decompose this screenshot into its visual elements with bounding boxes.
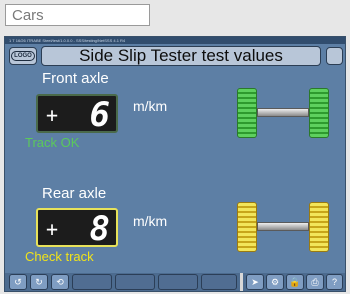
page-title: Side Slip Tester test values <box>41 46 321 66</box>
rear-value: 8 <box>89 209 110 249</box>
front-unit: m/km <box>133 98 168 114</box>
logo-text: LOGO <box>11 51 35 61</box>
settings-icon[interactable]: ⚙ <box>266 274 284 290</box>
rear-axle-bar <box>257 222 309 231</box>
rear-left-wheel <box>237 202 257 252</box>
rear-status: Check track <box>25 249 94 264</box>
front-value-display: + 6 <box>36 94 118 135</box>
front-value: 6 <box>89 95 110 135</box>
front-sign: + <box>46 103 59 127</box>
front-axle-bar <box>257 108 309 117</box>
app-window: 1 T 16/26 ITRABE Steel/test/1.0.0.0 - SS… <box>4 36 346 292</box>
rear-axle-label: Rear axle <box>42 185 107 202</box>
header-right-button[interactable] <box>326 47 343 65</box>
lock-icon[interactable]: 🔒 <box>286 274 304 290</box>
rear-axle-graphic <box>237 202 329 252</box>
bottom-toolbar: ↺ ↻ ⟲ ➤ ⚙ 🔒 ⎙ ? <box>5 273 345 291</box>
front-right-wheel <box>309 88 329 138</box>
arrow-icon[interactable]: ➤ <box>246 274 264 290</box>
rear-sign: + <box>46 217 59 241</box>
window-titlebar: 1 T 16/26 ITRABE Steel/test/1.0.0.0 - SS… <box>5 37 345 44</box>
rear-value-display: + 8 <box>36 208 118 249</box>
toolbar-divider <box>240 273 243 291</box>
logo: LOGO <box>9 47 37 65</box>
toolbar-blank-button-3[interactable] <box>158 274 198 290</box>
history-icon[interactable]: ⟲ <box>51 274 69 290</box>
toolbar-blank-button-4[interactable] <box>201 274 237 290</box>
help-icon[interactable]: ? <box>326 274 343 290</box>
toolbar-blank-button-1[interactable] <box>72 274 112 290</box>
rear-unit: m/km <box>133 213 168 229</box>
print-icon[interactable]: ⎙ <box>306 274 324 290</box>
search-input[interactable]: Cars <box>5 4 150 26</box>
front-status: Track OK <box>25 135 80 150</box>
back-icon[interactable]: ↺ <box>9 274 27 290</box>
header: LOGO Side Slip Tester test values <box>9 46 343 66</box>
front-axle-graphic <box>237 88 329 138</box>
front-left-wheel <box>237 88 257 138</box>
refresh-icon[interactable]: ↻ <box>30 274 48 290</box>
front-axle-label: Front axle <box>42 70 109 87</box>
toolbar-blank-button-2[interactable] <box>115 274 155 290</box>
rear-right-wheel <box>309 202 329 252</box>
